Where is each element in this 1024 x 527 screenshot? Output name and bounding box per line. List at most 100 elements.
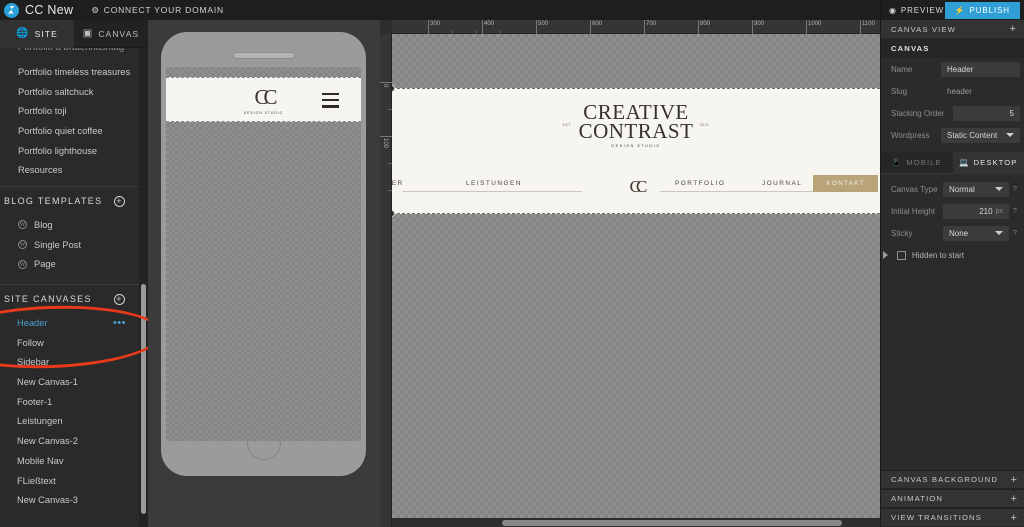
horizontal-ruler: 300 400 500 600 700 800 900 1000 1100 — [392, 20, 880, 34]
sidebar-canvas-label: Sidebar — [17, 357, 50, 368]
sidebar-page-label: Portfolio timeless treasures — [18, 66, 131, 77]
subsection-canvas-label: CANVAS — [891, 44, 930, 53]
eye-icon: ◉ — [889, 5, 897, 15]
plus-icon[interactable]: + — [1009, 23, 1017, 35]
sidebar-item-blog[interactable]: W Blog — [0, 215, 148, 235]
plus-icon[interactable]: + — [1010, 493, 1018, 505]
canvas-hscrollbar-thumb[interactable] — [502, 520, 842, 526]
sidebar-canvas-label: Footer-1 — [17, 396, 53, 407]
sidebar-canvas-label: Follow — [17, 337, 44, 348]
nav-link-journal[interactable]: JOURNAL — [762, 180, 802, 187]
accordion-view-transitions[interactable]: VIEW TRANSITIONS + — [881, 508, 1024, 527]
sidebar-item-page-1[interactable]: Portfolio saltchuck — [0, 82, 148, 102]
ruler-label: 0 — [382, 84, 388, 88]
accordion-animation[interactable]: ANIMATION + — [881, 489, 1024, 508]
sidebar-item-page-0[interactable]: Portfolio timeless treasures — [0, 62, 148, 82]
sidebar-item-footer-1[interactable]: Footer-1 — [0, 392, 148, 412]
stacking-order-input[interactable]: 5 — [953, 105, 1020, 121]
field-row-canvas-type: Canvas Type Normal ? — [881, 178, 1024, 200]
plus-icon[interactable]: + — [1010, 474, 1018, 486]
mobile-header-canvas[interactable]: CC DESIGN STUDIO — [166, 77, 361, 122]
accordion-canvas-background-label: CANVAS BACKGROUND — [891, 475, 998, 484]
wordpress-icon: W — [18, 220, 27, 230]
help-icon[interactable]: ? — [1013, 230, 1020, 237]
mobile-logo: CC DESIGN STUDIO — [244, 85, 283, 115]
sidebar-item-leistungen[interactable]: Leistungen — [0, 412, 148, 432]
sidebar-item-follow[interactable]: Follow — [0, 333, 148, 353]
slug-label: Slug — [891, 86, 908, 96]
tab-mobile[interactable]: 📱 MOBILE — [881, 152, 953, 174]
connect-domain-button[interactable]: ⚙ CONNECT YOUR DOMAIN — [91, 5, 224, 16]
canvas-hscrollbar-track[interactable] — [392, 518, 880, 527]
mobile-logo-monogram: CC — [254, 84, 277, 109]
sidebar-template-label: Blog — [34, 219, 53, 230]
sidebar-item-sidebar[interactable]: Sidebar — [0, 353, 148, 373]
help-icon[interactable]: ? — [1013, 186, 1020, 193]
clipped-page-item[interactable]: Portfolio a bratenhashtag — [0, 48, 148, 62]
tab-mobile-label: MOBILE — [906, 158, 942, 167]
canvas-options-button[interactable]: ••• — [113, 318, 126, 329]
sidebar-item-fliesstext[interactable]: FLießtext — [0, 471, 148, 491]
add-site-canvas-button[interactable]: + — [114, 293, 125, 305]
sidebar-item-page-5[interactable]: Resources — [0, 160, 148, 180]
publish-label: PUBLISH — [969, 5, 1010, 15]
sidebar-item-single-post[interactable]: W Single Post — [0, 235, 148, 255]
tab-canvas-label: CANVAS — [98, 28, 140, 39]
sidebar-item-mobile-nav[interactable]: Mobile Nav — [0, 451, 148, 471]
clipped-page-label: Portfolio a bratenhashtag — [18, 48, 124, 53]
ruler-label: 900 — [754, 21, 765, 27]
ruler-label: 300 — [430, 21, 441, 27]
sticky-select[interactable]: None — [943, 225, 1009, 241]
sidebar-item-new-canvas-2[interactable]: New Canvas-2 — [0, 431, 148, 451]
nav-link-leistungen[interactable]: LEISTUNGEN — [466, 180, 522, 187]
name-input[interactable]: Header — [941, 61, 1020, 77]
hamburger-icon[interactable] — [322, 93, 339, 112]
mobile-canvas[interactable]: CC DESIGN STUDIO — [166, 67, 361, 441]
expand-triangle-icon[interactable] — [883, 251, 888, 259]
tab-desktop[interactable]: 💻 DESKTOP — [952, 152, 1024, 174]
sidebar-item-page-3[interactable]: Portfolio quiet coffee — [0, 121, 148, 141]
add-blog-template-button[interactable]: + — [114, 195, 125, 207]
sidebar-item-new-canvas-1[interactable]: New Canvas-1 — [0, 372, 148, 392]
canvas-type-select[interactable]: Normal — [943, 181, 1009, 197]
canvas-resize-handle-bottom[interactable] — [392, 210, 395, 217]
ruler-label: 600 — [592, 21, 603, 27]
site-logo-tagline: DESIGN STUDIO — [611, 144, 661, 148]
initial-height-input[interactable]: 210 px — [943, 203, 1009, 219]
nav-cta-kontakt[interactable]: KONTAKT — [813, 175, 878, 192]
preview-button[interactable]: ◉ PREVIEW — [889, 6, 944, 15]
sidebar-canvas-label: New Canvas-1 — [17, 377, 78, 388]
logo-est-left: EST. — [562, 123, 572, 127]
sidebar-item-page[interactable]: W Page — [0, 255, 148, 275]
sidebar-item-header[interactable]: Header ••• — [0, 313, 148, 333]
publish-button[interactable]: ⚡ PUBLISH — [944, 1, 1020, 19]
tab-site[interactable]: 🌐 SITE — [0, 20, 74, 48]
sidebar-item-page-4[interactable]: Portfolio lighthouse — [0, 141, 148, 161]
hidden-to-start-checkbox[interactable] — [897, 250, 906, 260]
subsection-canvas: CANVAS — [881, 39, 1024, 58]
accordion-canvas-view-label: CANVAS VIEW — [891, 24, 956, 34]
nav-link-uber[interactable]: ÜBER — [392, 180, 404, 187]
field-row-slug: Slug header — [881, 80, 1024, 102]
wordpress-select[interactable]: Static Content — [941, 127, 1020, 143]
app-logo-icon — [4, 2, 19, 18]
sidebar-scrollbar-thumb[interactable] — [141, 284, 146, 514]
accordion-canvas-background[interactable]: CANVAS BACKGROUND + — [881, 470, 1024, 489]
sidebar-canvas-label: FLießtext — [17, 475, 56, 486]
sidebar-item-new-canvas-3[interactable]: New Canvas-3 — [0, 490, 148, 510]
section-blog-templates-label: BLOG TEMPLATES — [4, 196, 103, 207]
nav-link-portfolio[interactable]: PORTFOLIO — [675, 180, 725, 187]
header-canvas-block[interactable]: EST. 2021 CREATIVE CONTRAST DESIGN STUDI… — [392, 88, 880, 214]
stacking-order-label: Stacking Order — [891, 108, 945, 118]
tab-canvas[interactable]: ▣ CANVAS — [74, 20, 148, 48]
accordion-canvas-view[interactable]: CANVAS VIEW + — [881, 20, 1024, 39]
initial-height-label: Initial Height — [891, 206, 936, 216]
desktop-canvas[interactable]: EST. 2021 CREATIVE CONTRAST DESIGN STUDI… — [392, 34, 880, 527]
sidebar-template-label: Single Post — [34, 239, 82, 250]
plus-icon[interactable]: + — [1010, 512, 1018, 524]
accordion-animation-label: ANIMATION — [891, 494, 944, 503]
chevron-down-icon — [1006, 132, 1014, 137]
help-icon[interactable]: ? — [1013, 208, 1020, 215]
sidebar-tabs: 🌐 SITE ▣ CANVAS — [0, 20, 148, 48]
sidebar-item-page-2[interactable]: Portfolio toji — [0, 101, 148, 121]
